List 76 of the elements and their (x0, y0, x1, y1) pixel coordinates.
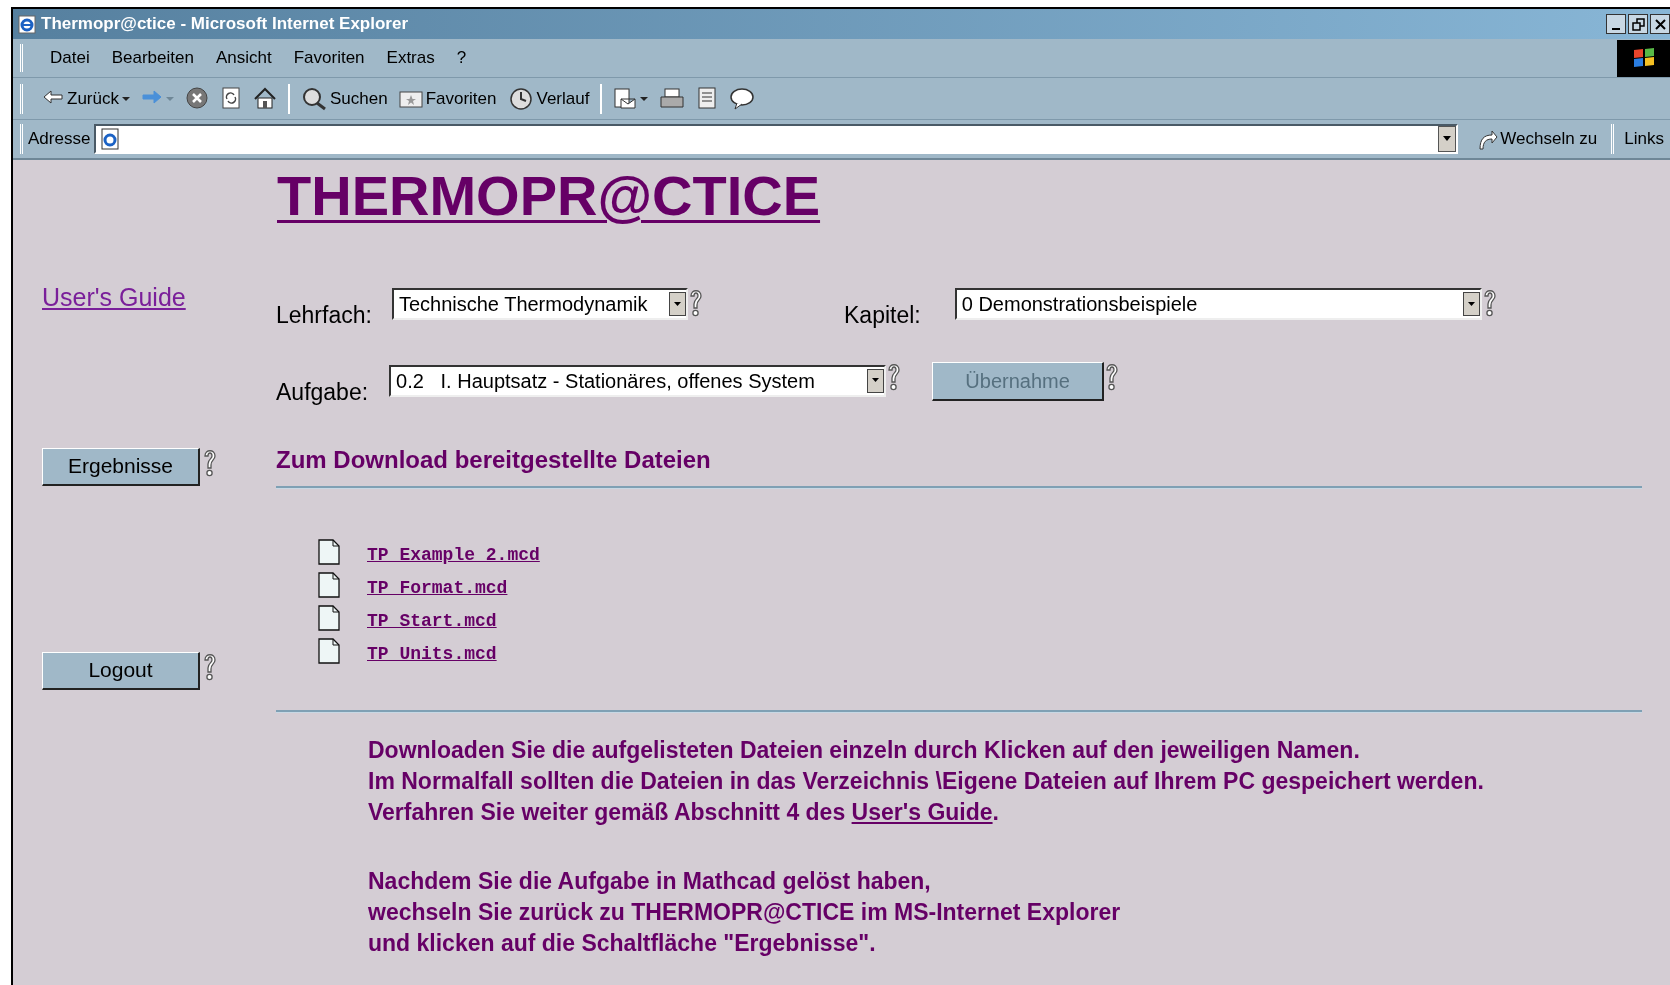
side-button[interactable]: Ergebnisse (42, 447, 200, 486)
favorites-button[interactable]: Favoriten (394, 82, 501, 115)
menu-item[interactable]: Ansicht (204, 41, 283, 75)
instruction-text: Downloaden Sie die aufgelisteten Dateien einzeln durch Klicken auf den jeweiligen Namen. (368, 736, 1360, 765)
instruction-text: Verfahren Sie weiter gemäß Abschnitt 4 des User's Guide. (368, 798, 999, 827)
help-icon (886, 361, 903, 392)
page-title: THERMOPR@CTICE (277, 165, 821, 227)
instruction-text: und klicken auf die Schaltfläche "Ergebnisse". (368, 929, 876, 958)
side-button[interactable]: Logout (42, 651, 200, 690)
refresh-icon (219, 86, 242, 111)
minimize-icon (1612, 27, 1620, 30)
field-label: Lehrfach: (276, 301, 372, 330)
menu-item[interactable]: Favoriten (282, 41, 376, 75)
file-icon (318, 539, 340, 565)
users-guide-link[interactable]: User's Guide (851, 799, 993, 825)
stop-icon (184, 86, 209, 111)
help-icon (202, 651, 218, 682)
search-button[interactable]: Suchen (296, 82, 392, 115)
users-guide-link[interactable]: User's Guide (42, 279, 186, 317)
dropdown-field[interactable]: 0 Demonstrationsbeispiele (954, 288, 1482, 320)
ie-logo-icon (17, 14, 37, 34)
instruction-text: Im Normalfall sollten die Dateien in das Verzeichnis \Eigene Dateien auf Ihrem PC gespeichert werden. (368, 767, 1484, 796)
history-button[interactable]: Verlauf (503, 82, 594, 115)
go-button[interactable]: Wechseln zu (1466, 126, 1608, 152)
address-label: Adresse (28, 128, 91, 151)
file-link[interactable]: TP_Example_2.mcd (367, 542, 540, 569)
home-icon (252, 86, 277, 111)
caret-icon (165, 96, 174, 101)
help-icon (1104, 361, 1121, 392)
window-title: Thermopr@ctice - Microsoft Internet Explorer (41, 13, 409, 36)
caret-icon (640, 96, 649, 101)
restore-icon (1631, 17, 1645, 31)
caret-icon (1466, 300, 1476, 308)
printer-icon (659, 86, 686, 111)
menu-item[interactable]: Bearbeiten (100, 41, 205, 75)
back-button[interactable]: Zurück (38, 82, 134, 115)
envelope-icon (613, 86, 638, 111)
file-icon (318, 605, 340, 631)
file-link[interactable]: TP_Start.mcd (367, 608, 497, 635)
dropdown-field[interactable]: Technische Thermodynamik (391, 288, 688, 320)
minimize-button[interactable] (1606, 14, 1626, 34)
dropdown-button[interactable] (1462, 292, 1480, 316)
file-link[interactable]: TP_Format.mcd (367, 575, 508, 602)
instruction-text: wechseln Sie zurück zu THERMOPR@CTICE im MS-Internet Explorer (368, 898, 1121, 927)
help-icon (687, 288, 704, 318)
close-icon (1653, 17, 1667, 31)
dropdown-button[interactable] (1438, 126, 1457, 152)
caret-icon (871, 377, 881, 384)
file-icon (318, 572, 340, 598)
dropdown-button[interactable] (668, 292, 686, 316)
flag-icon (1631, 47, 1656, 69)
document-icon (696, 86, 719, 111)
close-button[interactable] (1650, 14, 1670, 34)
links-button[interactable]: Links (1618, 126, 1670, 152)
file-link[interactable]: TP_Units.mcd (367, 641, 497, 668)
field-label: Kapitel: (844, 301, 921, 330)
clock-icon (507, 86, 534, 111)
dropdown-button[interactable] (867, 368, 885, 393)
menu-item[interactable]: ? (445, 41, 478, 75)
caret-icon (121, 96, 130, 101)
file-icon (318, 638, 340, 664)
field-label: Aufgabe: (276, 377, 369, 407)
magnifier-icon (300, 86, 327, 111)
dropdown-field[interactable]: 0.2 I. Hauptsatz - Stationäres, offenes System (389, 364, 887, 397)
section-heading: Zum Download bereitgestellte Dateien (276, 445, 712, 475)
help-icon (202, 447, 218, 478)
menu-item[interactable]: Extras (375, 41, 446, 75)
caret-icon (672, 300, 682, 308)
caret-icon (1442, 135, 1453, 143)
restore-button[interactable] (1628, 14, 1648, 34)
help-icon (1481, 288, 1498, 318)
address-field[interactable] (94, 124, 1459, 154)
page-icon (99, 128, 122, 150)
speech-bubble-icon (729, 86, 756, 111)
instruction-text: Nachdem Sie die Aufgabe in Mathcad gelöst haben, (368, 867, 931, 896)
menu-item[interactable]: Datei (39, 41, 101, 75)
